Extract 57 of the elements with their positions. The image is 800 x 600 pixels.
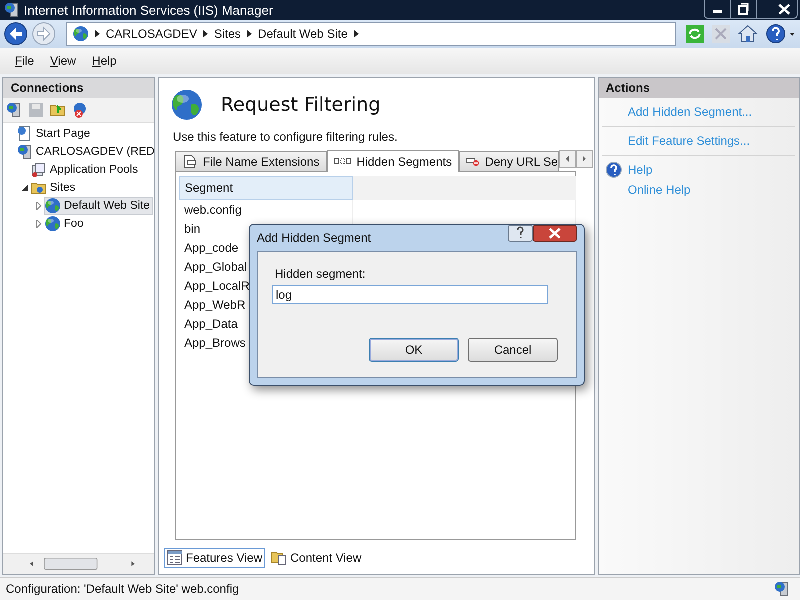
tab[interactable]: File Name Extensions (175, 151, 327, 171)
view-button[interactable]: Features View (164, 548, 266, 568)
chevron-icon (203, 30, 208, 38)
tab-icon (334, 158, 352, 166)
view-icon (271, 550, 288, 566)
horizontal-scrollbar[interactable] (3, 553, 154, 574)
view-button[interactable]: Content View (268, 548, 365, 568)
panel-title: Connections (3, 78, 154, 98)
input-field[interactable]: log (272, 285, 548, 304)
help-icon[interactable] (766, 24, 796, 44)
home-icon[interactable] (738, 25, 758, 43)
view-icon (167, 550, 183, 566)
tree-node-icon (17, 126, 33, 142)
tree-item[interactable]: Application Pools (30, 161, 142, 179)
menu-item[interactable]: File (8, 54, 42, 68)
help-icon (606, 162, 622, 178)
dialog-button[interactable]: OK (369, 338, 459, 362)
tree-node-icon (45, 216, 61, 232)
folder-icon[interactable] (50, 102, 66, 118)
tree-item[interactable]: Foo (44, 215, 87, 233)
breadcrumb-item[interactable]: Sites (214, 27, 242, 41)
app-icon (4, 2, 20, 18)
chevron-icon (247, 30, 252, 38)
tree-node-icon (31, 162, 47, 178)
panel-title: Actions (599, 78, 799, 98)
close-button[interactable] (533, 225, 577, 242)
tab[interactable]: Deny URL Se (459, 151, 560, 171)
table-cell: web.config (180, 200, 352, 219)
chevron-icon[interactable] (354, 30, 359, 38)
status-text: Configuration: 'Default Web Site' web.config (6, 582, 240, 596)
tree-node-icon (17, 144, 33, 160)
breadcrumb-item[interactable]: CARLOSAGDEV (106, 27, 198, 41)
tree-item[interactable]: CARLOSAGDEV (RED (16, 143, 154, 161)
back-button[interactable] (4, 22, 28, 46)
chevron-icon (95, 30, 100, 38)
tree-item[interactable]: Start Page (16, 125, 94, 143)
tree-node-icon (45, 198, 61, 214)
tree-item[interactable]: Default Web Site (44, 197, 154, 215)
globe-icon (171, 89, 203, 121)
help-button[interactable] (508, 225, 533, 242)
expander-icon[interactable] (20, 184, 30, 192)
dialog-button[interactable]: Cancel (468, 338, 558, 362)
menu-item[interactable]: View (43, 54, 84, 68)
refresh-icon[interactable] (686, 25, 704, 43)
breadcrumb-item[interactable]: Default Web Site (258, 27, 348, 41)
server-status-icon (774, 581, 790, 597)
tab[interactable]: Hidden Segments (326, 150, 460, 172)
column-header[interactable]: Segment (180, 176, 352, 200)
tab-scroll-arrows[interactable] (559, 150, 594, 168)
feature-title: Request Filtering (221, 94, 381, 116)
tree-item[interactable]: Sites (30, 179, 79, 197)
menu-item[interactable]: Help (85, 54, 124, 68)
window-title: Internet Information Services (IIS) Manager (24, 2, 274, 18)
feature-description: Use this feature to configure filtering rules. (172, 129, 399, 144)
globe-icon (73, 26, 89, 42)
connect-icon (6, 102, 22, 118)
tab-icon (182, 154, 198, 168)
